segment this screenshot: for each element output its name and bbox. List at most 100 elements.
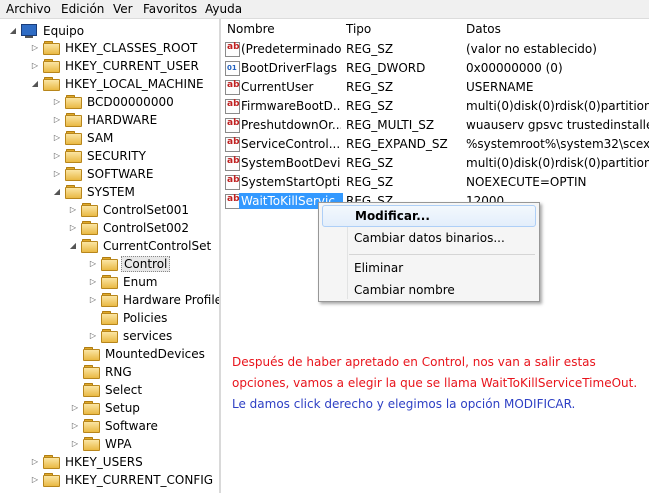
folder-icon bbox=[65, 113, 82, 127]
folder-icon bbox=[65, 95, 82, 109]
value-row[interactable]: ab PreshutdownOr... REG_MULTI_SZ wuauserv g… bbox=[221, 116, 649, 135]
expand-arrow-icon[interactable]: ▷ bbox=[88, 330, 98, 342]
value-type: REG_SZ bbox=[346, 42, 394, 56]
tree-node-label: ControlSet001 bbox=[103, 203, 189, 217]
expand-arrow-icon[interactable]: ▷ bbox=[68, 222, 78, 234]
value-data: 0x00000000 (0) bbox=[466, 61, 563, 75]
expand-arrow-icon[interactable]: ▷ bbox=[52, 168, 62, 180]
no-expander bbox=[70, 384, 80, 396]
tree-node-label: Select bbox=[105, 383, 143, 397]
tree-node-label: SYSTEM bbox=[87, 185, 135, 199]
no-expander bbox=[88, 312, 98, 324]
value-data: NOEXECUTE=OPTIN bbox=[466, 175, 587, 189]
folder-icon bbox=[43, 77, 60, 91]
menu-favoritos[interactable]: Favoritos bbox=[143, 2, 197, 16]
folder-icon bbox=[101, 311, 118, 325]
menu-edicion[interactable]: Edición bbox=[61, 2, 104, 16]
expand-arrow-icon[interactable]: ▷ bbox=[52, 150, 62, 162]
expand-arrow-icon[interactable]: ▷ bbox=[30, 42, 40, 54]
value-row[interactable]: ab (Predeterminado) REG_SZ (valor no establ… bbox=[221, 40, 649, 59]
context-menu: Modificar... Cambiar datos binarios... E… bbox=[318, 202, 540, 302]
expand-arrow-icon[interactable]: ▷ bbox=[88, 294, 98, 306]
value-type: REG_SZ bbox=[346, 156, 394, 170]
expand-arrow-icon[interactable]: ▷ bbox=[70, 420, 80, 432]
folder-icon bbox=[81, 221, 98, 235]
annotation-text: Después de haber apretado en Control, no… bbox=[232, 352, 642, 415]
tree-node-label: services bbox=[123, 329, 173, 343]
value-data: multi(0)disk(0)rdisk(0)partition(1) bbox=[466, 99, 649, 113]
folder-icon bbox=[101, 257, 118, 271]
folder-icon bbox=[83, 383, 100, 397]
expand-arrow-icon[interactable]: ▷ bbox=[30, 474, 40, 486]
collapse-arrow-icon[interactable]: ◢ bbox=[68, 240, 78, 252]
folder-icon bbox=[101, 293, 118, 307]
value-row[interactable]: ab CurrentUser REG_SZ USERNAME bbox=[221, 78, 649, 97]
expand-arrow-icon[interactable]: ▷ bbox=[52, 96, 62, 108]
value-row[interactable]: ab ServiceControl... REG_EXPAND_SZ %systemr… bbox=[221, 135, 649, 154]
expand-arrow-icon[interactable]: ▷ bbox=[88, 276, 98, 288]
expanded-arrow-icon[interactable]: ◢ bbox=[8, 25, 18, 37]
tree-node-label: Equipo bbox=[43, 24, 85, 38]
expand-arrow-icon[interactable]: ▷ bbox=[52, 114, 62, 126]
folder-icon bbox=[83, 365, 100, 379]
value-row[interactable]: ab SystemBootDevi... REG_SZ multi(0)disk(0)… bbox=[221, 154, 649, 173]
value-row[interactable]: ab FirmwareBootD... REG_SZ multi(0)disk(0)r… bbox=[221, 97, 649, 116]
collapse-arrow-icon[interactable]: ◢ bbox=[30, 78, 40, 90]
value-name: SystemBootDevi... bbox=[241, 156, 341, 170]
menu-separator bbox=[349, 254, 535, 255]
tree-node-label: WPA bbox=[105, 437, 132, 451]
tree-node-label: ControlSet002 bbox=[103, 221, 189, 235]
string-value-icon: ab bbox=[225, 80, 240, 95]
string-value-icon: ab bbox=[225, 175, 240, 190]
expand-arrow-icon[interactable]: ▷ bbox=[70, 438, 80, 450]
value-data: (valor no establecido) bbox=[466, 42, 597, 56]
string-value-icon: ab bbox=[225, 156, 240, 171]
tree-node-label: SECURITY bbox=[87, 149, 146, 163]
ctx-cambiar-nombre[interactable]: Cambiar nombre bbox=[322, 280, 536, 300]
value-name: PreshutdownOr... bbox=[241, 118, 341, 132]
registry-tree[interactable]: ◢ Equipo ▷ HKEY_CLASSES_ROOT ▷ HKEY_CURRENT… bbox=[0, 19, 219, 493]
folder-icon bbox=[43, 455, 60, 469]
menu-archivo[interactable]: Archivo bbox=[6, 2, 51, 16]
value-name: FirmwareBootD... bbox=[241, 99, 341, 113]
value-type: REG_SZ bbox=[346, 175, 394, 189]
ctx-cambiar-datos-binarios[interactable]: Cambiar datos binarios... bbox=[322, 228, 536, 248]
no-expander bbox=[70, 366, 80, 378]
menu-ver[interactable]: Ver bbox=[113, 2, 133, 16]
folder-icon bbox=[43, 41, 60, 55]
value-data: %systemroot%\system32\scext.dll bbox=[466, 137, 649, 151]
column-header-datos[interactable]: Datos bbox=[466, 19, 501, 39]
tree-node-label: SOFTWARE bbox=[87, 167, 154, 181]
value-row[interactable]: 01 BootDriverFlags REG_DWORD 0x00000000 (0) bbox=[221, 59, 649, 78]
value-data: wuauserv gpsvc trustedinstaller bbox=[466, 118, 649, 132]
expand-arrow-icon[interactable]: ▷ bbox=[30, 456, 40, 468]
value-row[interactable]: ab SystemStartOpti... REG_SZ NOEXECUTE=OPT… bbox=[221, 173, 649, 192]
column-header-tipo[interactable]: Tipo bbox=[346, 19, 371, 39]
tree-node-label: Control bbox=[121, 256, 171, 272]
menu-ayuda[interactable]: Ayuda bbox=[205, 2, 242, 16]
string-value-icon: ab bbox=[225, 99, 240, 114]
ctx-modificar[interactable]: Modificar... bbox=[322, 205, 536, 227]
tree-node-label: CurrentControlSet bbox=[103, 239, 212, 253]
value-data: multi(0)disk(0)rdisk(0)partition(2) bbox=[466, 156, 649, 170]
value-type: REG_SZ bbox=[346, 80, 394, 94]
column-header-nombre[interactable]: Nombre bbox=[227, 19, 275, 39]
folder-icon bbox=[83, 347, 100, 361]
tree-node-label: Enum bbox=[123, 275, 158, 289]
expand-arrow-icon[interactable]: ▷ bbox=[88, 258, 98, 270]
expand-arrow-icon[interactable]: ▷ bbox=[30, 60, 40, 72]
tree-node-label: Hardware Profiles bbox=[123, 293, 219, 307]
value-name: (Predeterminado) bbox=[241, 42, 341, 56]
value-type: REG_SZ bbox=[346, 99, 394, 113]
ctx-eliminar[interactable]: Eliminar bbox=[322, 258, 536, 278]
string-value-icon: ab bbox=[225, 118, 240, 133]
expand-arrow-icon[interactable]: ▷ bbox=[52, 132, 62, 144]
tree-node-label: BCD00000000 bbox=[87, 95, 174, 109]
expand-arrow-icon[interactable]: ▷ bbox=[70, 402, 80, 414]
collapse-arrow-icon[interactable]: ◢ bbox=[52, 186, 62, 198]
expand-arrow-icon[interactable]: ▷ bbox=[68, 204, 78, 216]
tree-node-label: HKEY_USERS bbox=[65, 455, 143, 469]
folder-icon bbox=[101, 329, 118, 343]
annotation-red: Después de haber apretado en Control, no… bbox=[232, 355, 638, 390]
tree-node-label: Software bbox=[105, 419, 158, 433]
